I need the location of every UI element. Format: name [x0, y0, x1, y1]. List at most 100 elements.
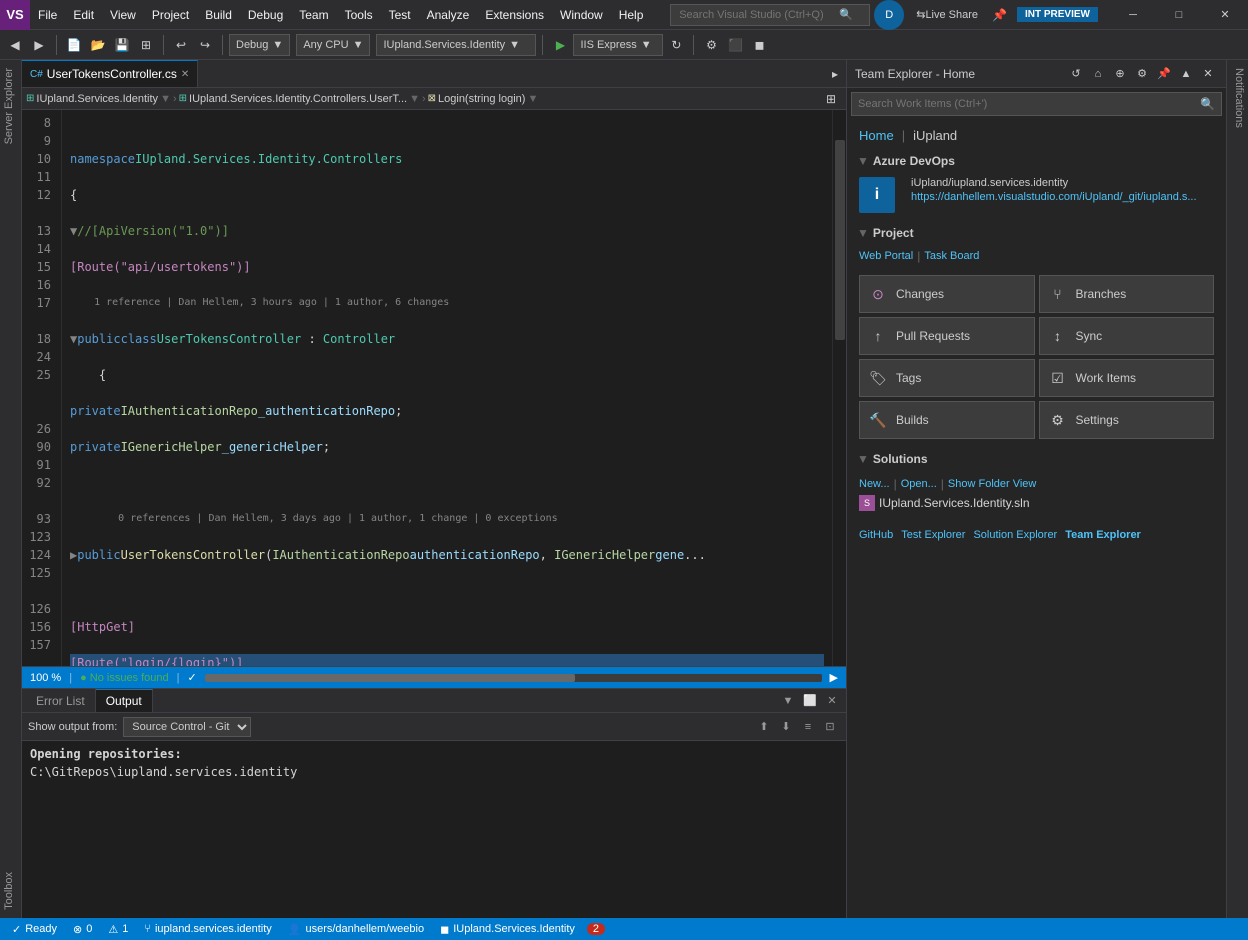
te-tags-button[interactable]: 🏷 Tags	[859, 359, 1035, 397]
platform-dropdown[interactable]: Any CPU ▼	[296, 34, 370, 56]
te-home-btn[interactable]: ⌂	[1088, 64, 1108, 84]
menu-window[interactable]: Window	[552, 0, 611, 29]
nav-back-button[interactable]: ◀	[4, 34, 26, 56]
te-pin-btn[interactable]: 📌	[1154, 64, 1174, 84]
global-search-box[interactable]: 🔍	[670, 4, 870, 26]
no-issues-badge[interactable]: ● No issues found	[80, 672, 169, 684]
te-refresh-btn[interactable]: ↺	[1066, 64, 1086, 84]
te-pull-requests-button[interactable]: ↑ Pull Requests	[859, 317, 1035, 355]
te-task-board-link[interactable]: Task Board	[924, 250, 979, 262]
maximize-button[interactable]: □	[1156, 0, 1202, 30]
tab-close-button[interactable]: ✕	[181, 69, 189, 80]
te-connect-btn[interactable]: ⊕	[1110, 64, 1130, 84]
run-target-dropdown[interactable]: IIS Express ▼	[573, 34, 663, 56]
te-new-solution-link[interactable]: New...	[859, 478, 890, 490]
misc-button-2[interactable]: ⬛	[724, 34, 746, 56]
minimize-button[interactable]: ─	[1110, 0, 1156, 30]
menu-project[interactable]: Project	[144, 0, 197, 29]
editor-vertical-scrollbar[interactable]	[832, 110, 846, 666]
undo-button[interactable]: ↩	[170, 34, 192, 56]
refresh-button[interactable]: ↻	[665, 34, 687, 56]
status-ready[interactable]: ✓ Ready	[8, 923, 61, 936]
te-home-link[interactable]: Home	[859, 128, 894, 143]
output-btn-2[interactable]: ⬇	[776, 717, 796, 737]
breadcrumb-class[interactable]: ⊞ IUpland.Services.Identity.Controllers.…	[179, 93, 420, 105]
te-settings-btn[interactable]: ⚙	[1132, 64, 1152, 84]
split-editor-button[interactable]: ⊞	[820, 88, 842, 110]
scroll-thumb[interactable]	[835, 140, 845, 340]
new-file-button[interactable]: 📄	[63, 34, 85, 56]
te-show-folder-view-link[interactable]: Show Folder View	[948, 478, 1036, 490]
te-settings-button[interactable]: ⚙ Settings	[1039, 401, 1215, 439]
status-user[interactable]: 👤 users/danhellem/weebio	[284, 923, 428, 936]
te-search-input[interactable]	[858, 98, 1200, 110]
editor-tab-usertokens[interactable]: C# UserTokensController.cs ✕	[22, 60, 198, 87]
status-warnings[interactable]: ⚠ 1	[104, 923, 132, 936]
menu-edit[interactable]: Edit	[65, 0, 102, 29]
pin-button[interactable]: 📌	[986, 8, 1013, 22]
te-work-items-button[interactable]: ☑ Work Items	[1039, 359, 1215, 397]
scroll-indicator[interactable]	[205, 674, 822, 682]
misc-button-3[interactable]: ◼	[748, 34, 770, 56]
menu-view[interactable]: View	[102, 0, 144, 29]
te-org-link[interactable]: https://danhellem.visualstudio.com/iUpla…	[911, 191, 1197, 203]
te-azure-devops-header[interactable]: ▼ Azure DevOps	[851, 151, 1222, 171]
breadcrumb-namespace[interactable]: ⊞ IUpland.Services.Identity ▼	[26, 93, 171, 105]
menu-team[interactable]: Team	[291, 0, 336, 29]
te-sync-button[interactable]: ↕ Sync	[1039, 317, 1215, 355]
te-web-portal-link[interactable]: Web Portal	[859, 250, 913, 262]
output-btn-3[interactable]: ≡	[798, 717, 818, 737]
global-search-input[interactable]	[679, 9, 839, 21]
close-button[interactable]: ✕	[1202, 0, 1248, 30]
misc-button-1[interactable]: ⚙	[700, 34, 722, 56]
tab-output[interactable]: Output	[96, 689, 153, 712]
te-team-explorer-link[interactable]: Team Explorer	[1065, 529, 1141, 541]
te-solution-explorer-link[interactable]: Solution Explorer	[973, 529, 1057, 541]
menu-test[interactable]: Test	[381, 0, 419, 29]
te-search-box[interactable]: 🔍	[851, 92, 1222, 116]
te-expand-btn[interactable]: ▲	[1176, 64, 1196, 84]
bottom-float-button[interactable]: ⬜	[800, 691, 820, 711]
te-branches-button[interactable]: ⑂ Branches	[1039, 275, 1215, 313]
te-open-solution-link[interactable]: Open...	[901, 478, 937, 490]
sidebar-tab-toolbox[interactable]: Toolbox	[0, 864, 21, 918]
redo-button[interactable]: ↪	[194, 34, 216, 56]
status-notifications[interactable]: 2	[587, 923, 605, 935]
run-button[interactable]: ▶	[549, 34, 571, 56]
te-solution-file[interactable]: S IUpland.Services.Identity.sln	[859, 495, 1214, 511]
save-all-button[interactable]: ⊞	[135, 34, 157, 56]
project-dropdown[interactable]: IUpland.Services.Identity ▼	[376, 34, 536, 56]
bottom-minimize-button[interactable]: ▼	[778, 691, 798, 711]
output-btn-4[interactable]: ⊡	[820, 717, 840, 737]
live-share-button[interactable]: ⇆ Live Share	[908, 8, 986, 21]
status-project[interactable]: ◼ IUpland.Services.Identity	[436, 923, 579, 936]
code-content[interactable]: namespace IUpland.Services.Identity.Cont…	[62, 110, 832, 666]
nav-forward-button[interactable]: ▶	[28, 34, 50, 56]
te-project-header[interactable]: ▼ Project	[851, 223, 1222, 243]
menu-debug[interactable]: Debug	[240, 0, 291, 29]
sidebar-tab-server-explorer[interactable]: Server Explorer	[0, 60, 21, 152]
debug-mode-dropdown[interactable]: Debug ▼	[229, 34, 290, 56]
menu-build[interactable]: Build	[197, 0, 240, 29]
breadcrumb-method[interactable]: ⊠ Login(string login) ▼	[428, 93, 539, 105]
te-solutions-header[interactable]: ▼ Solutions	[851, 449, 1222, 469]
menu-extensions[interactable]: Extensions	[477, 0, 552, 29]
te-github-link[interactable]: GitHub	[859, 529, 893, 541]
te-builds-button[interactable]: 🔨 Builds	[859, 401, 1035, 439]
menu-help[interactable]: Help	[611, 0, 652, 29]
status-branch[interactable]: ⑂ iupland.services.identity	[140, 923, 275, 935]
save-button[interactable]: 💾	[111, 34, 133, 56]
status-errors[interactable]: ⊗ 0	[69, 923, 96, 936]
te-changes-button[interactable]: ⊙ Changes	[859, 275, 1035, 313]
bottom-close-button[interactable]: ✕	[822, 691, 842, 711]
te-test-explorer-link[interactable]: Test Explorer	[901, 529, 965, 541]
menu-file[interactable]: File	[30, 0, 65, 29]
output-source-dropdown[interactable]: Source Control - Git Build Debug	[123, 717, 251, 737]
notifications-tab[interactable]: Notifications	[1227, 60, 1248, 136]
menu-analyze[interactable]: Analyze	[419, 0, 478, 29]
zoom-level[interactable]: 100 %	[30, 672, 61, 684]
open-file-button[interactable]: 📂	[87, 34, 109, 56]
te-close-btn[interactable]: ✕	[1198, 64, 1218, 84]
scroll-right-btn[interactable]: ▶	[830, 671, 838, 684]
new-tab-button[interactable]: ▸	[824, 63, 846, 85]
